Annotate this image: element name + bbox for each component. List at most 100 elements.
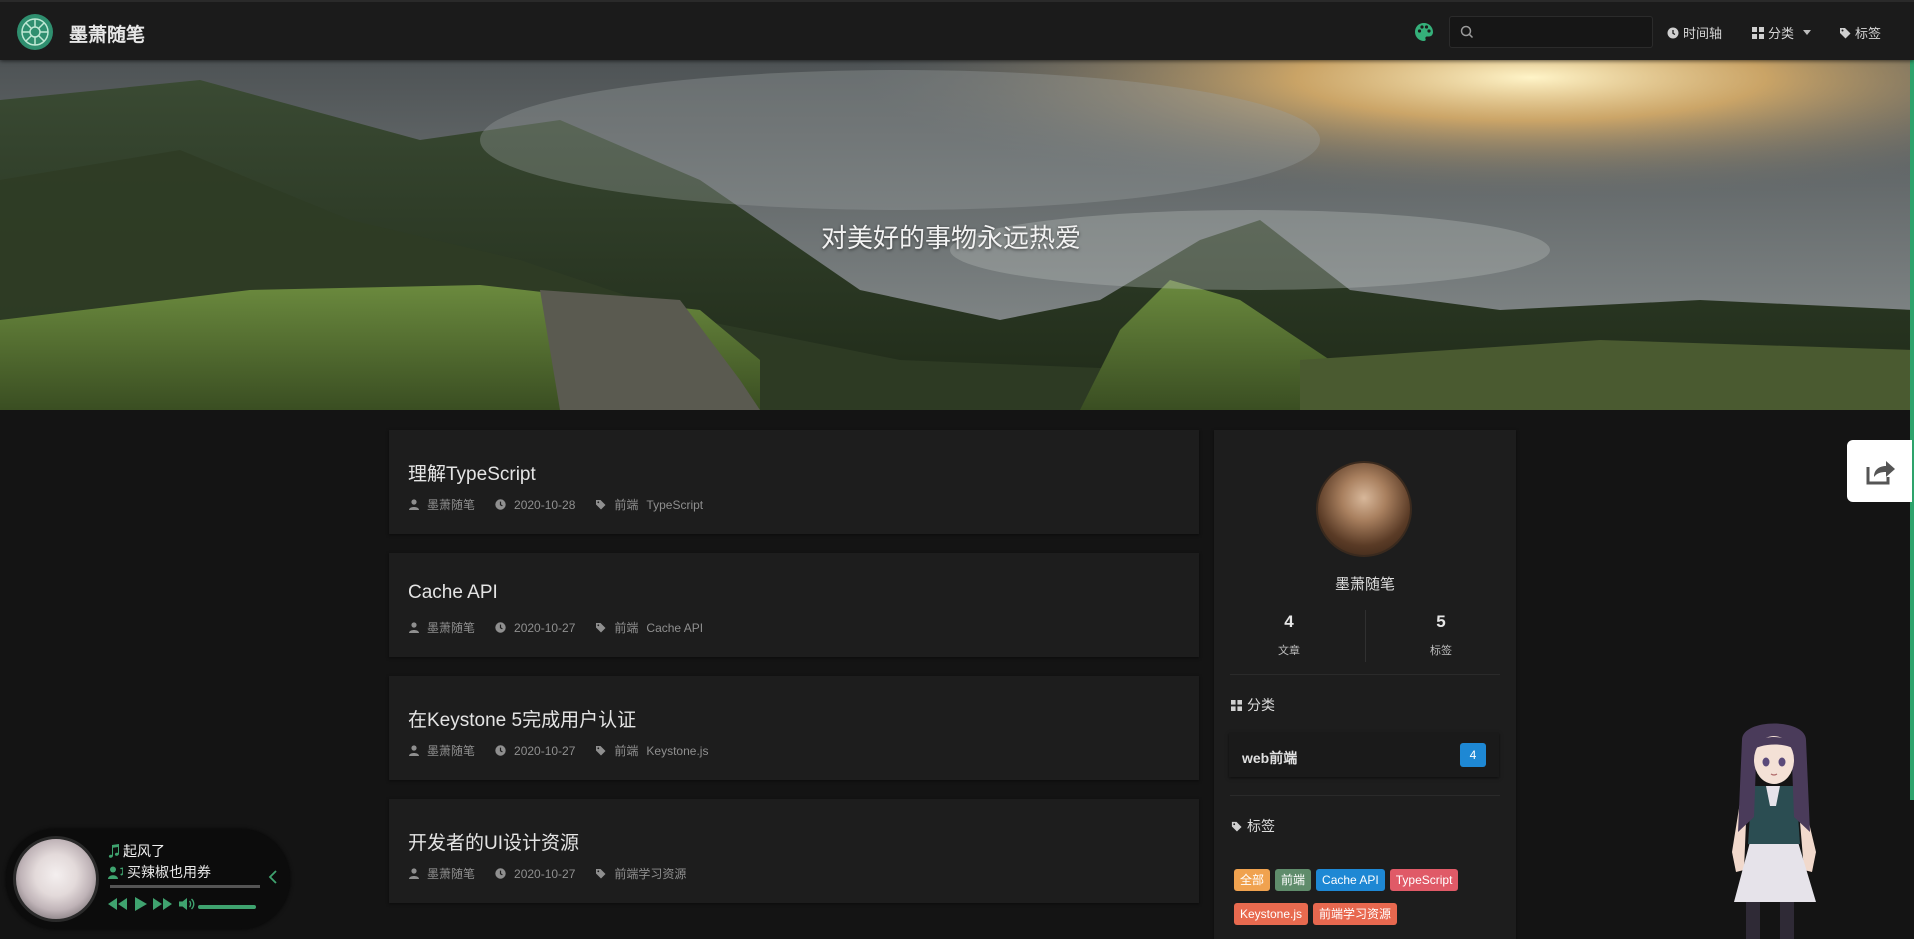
post-title[interactable]: 开发者的UI设计资源 — [408, 828, 579, 855]
tag-icon — [596, 623, 606, 633]
nav-tags-label: 标签 — [1855, 26, 1882, 41]
post-tags[interactable]: 前端 Cache API — [595, 619, 703, 636]
post-category: 前端学习资源 — [614, 867, 687, 881]
post-author[interactable]: 墨萧随笔 — [409, 619, 475, 636]
song-progress-bar[interactable] — [110, 885, 260, 888]
user-icon — [409, 745, 419, 756]
tag-chip[interactable]: Cache API — [1316, 869, 1385, 891]
nav-timeline[interactable]: 时间轴 — [1667, 23, 1722, 42]
tag-chip[interactable]: 前端 — [1275, 869, 1312, 891]
nav-categories[interactable]: 分类 — [1752, 23, 1812, 42]
volume-icon[interactable] — [178, 897, 196, 911]
singer-icon — [108, 866, 123, 879]
hero-banner: 对美好的事物永远热爱 — [0, 60, 1914, 410]
post-category: 前端 — [614, 744, 639, 758]
post-author[interactable]: 墨萧随笔 — [409, 865, 475, 882]
stat-tags-label: 标签 — [1430, 645, 1452, 657]
category-name: web前端 — [1242, 750, 1298, 766]
post-author[interactable]: 墨萧随笔 — [409, 742, 475, 759]
stat-tags[interactable]: 5 标签 — [1366, 612, 1516, 658]
clock-icon — [495, 868, 506, 879]
post-card[interactable]: 开发者的UI设计资源 墨萧随笔 2020-10-27 前端学习资源 — [389, 799, 1199, 903]
caret-down-icon — [1803, 29, 1812, 35]
play-icon[interactable] — [132, 897, 148, 911]
song-title: 起风了 — [108, 841, 165, 861]
stat-articles-label: 文章 — [1278, 645, 1300, 657]
profile-sidebar: 墨萧随笔 4 文章 5 标签 分类 web前端 4 标签 全部 前端 Cache A… — [1214, 430, 1516, 939]
post-card[interactable]: 在Keystone 5完成用户认证 墨萧随笔 2020-10-27 前端 Keys… — [389, 676, 1199, 780]
tag-chip[interactable]: 全部 — [1234, 869, 1271, 891]
post-date: 2020-10-27 — [495, 744, 575, 758]
post-category: 前端 — [614, 498, 639, 512]
tag-icon — [596, 869, 606, 879]
previous-icon[interactable] — [106, 897, 128, 911]
divider — [1230, 674, 1500, 675]
post-tag: Keystone.js — [646, 744, 709, 758]
nav-categories-label: 分类 — [1768, 26, 1795, 41]
post-tags[interactable]: 前端学习资源 — [595, 865, 686, 882]
post-card[interactable]: 理解TypeScript 墨萧随笔 2020-10-28 前端 TypeScrip… — [389, 430, 1199, 534]
next-icon[interactable] — [152, 897, 174, 911]
post-title[interactable]: 在Keystone 5完成用户认证 — [408, 705, 636, 732]
tags-heading: 标签 — [1231, 816, 1275, 836]
tag-icon — [1840, 27, 1851, 38]
user-icon — [409, 499, 419, 510]
volume-slider[interactable] — [198, 905, 256, 909]
clock-icon — [495, 622, 506, 633]
post-tags[interactable]: 前端 TypeScript — [595, 496, 703, 513]
music-player: 起风了 买辣椒也用券 — [6, 829, 290, 929]
top-navbar: 墨萧随笔 时间轴 分类 标签 — [0, 0, 1914, 60]
post-meta: 墨萧随笔 2020-10-28 前端 TypeScript — [409, 496, 723, 513]
post-date: 2020-10-27 — [495, 621, 575, 635]
user-icon — [409, 622, 419, 633]
post-meta: 墨萧随笔 2020-10-27 前端 Cache API — [409, 619, 723, 636]
stat-articles[interactable]: 4 文章 — [1214, 612, 1364, 658]
nav-tags[interactable]: 标签 — [1839, 23, 1881, 42]
post-meta: 墨萧随笔 2020-10-27 前端学习资源 — [409, 865, 706, 882]
accent-edge — [1910, 60, 1914, 800]
post-card[interactable]: Cache API 墨萧随笔 2020-10-27 前端 Cache API — [389, 553, 1199, 657]
music-note-icon — [108, 844, 119, 858]
post-author[interactable]: 墨萧随笔 — [409, 496, 475, 513]
logo-icon — [21, 18, 49, 46]
stat-articles-value: 4 — [1284, 612, 1294, 631]
tag-icon — [1231, 821, 1242, 832]
nav-timeline-label: 时间轴 — [1683, 26, 1723, 41]
chevron-left-icon[interactable] — [268, 869, 278, 885]
tag-icon — [596, 500, 606, 510]
search-icon — [1460, 25, 1474, 39]
post-date: 2020-10-27 — [495, 867, 575, 881]
grid-icon — [1231, 699, 1242, 711]
clock-icon — [495, 499, 506, 510]
album-cover[interactable] — [13, 836, 99, 922]
clock-icon — [1667, 27, 1679, 38]
post-title[interactable]: Cache API — [408, 582, 498, 604]
author-name: 墨萧随笔 — [1334, 576, 1395, 593]
tag-chip[interactable]: 前端学习资源 — [1313, 903, 1398, 925]
site-title[interactable]: 墨萧随笔 — [69, 20, 145, 47]
post-meta: 墨萧随笔 2020-10-27 前端 Keystone.js — [409, 742, 728, 759]
tag-chip[interactable]: TypeScript — [1389, 869, 1459, 891]
clock-icon — [495, 745, 506, 756]
stat-tags-value: 5 — [1436, 612, 1446, 631]
share-button[interactable] — [1847, 440, 1912, 502]
post-tag: Cache API — [646, 621, 704, 635]
category-item[interactable]: web前端 4 — [1229, 733, 1499, 777]
search-input[interactable] — [1480, 21, 1646, 43]
share-icon — [1866, 461, 1895, 485]
user-icon — [409, 868, 419, 879]
tag-chip[interactable]: Keystone.js — [1234, 903, 1309, 925]
category-count-badge: 4 — [1460, 743, 1486, 767]
post-date: 2020-10-28 — [495, 498, 575, 512]
song-artist: 买辣椒也用券 — [108, 862, 211, 882]
author-avatar[interactable] — [1316, 461, 1412, 557]
hero-slogan: 对美好的事物永远热爱 — [820, 223, 1081, 253]
live2d-mascot[interactable] — [1720, 722, 1830, 939]
post-tags[interactable]: 前端 Keystone.js — [595, 742, 708, 759]
divider — [1230, 795, 1500, 796]
post-title[interactable]: 理解TypeScript — [408, 459, 536, 486]
grid-icon — [1752, 26, 1764, 39]
categories-heading: 分类 — [1231, 695, 1275, 715]
site-logo[interactable] — [17, 14, 53, 50]
theme-palette-icon[interactable] — [1413, 21, 1435, 48]
